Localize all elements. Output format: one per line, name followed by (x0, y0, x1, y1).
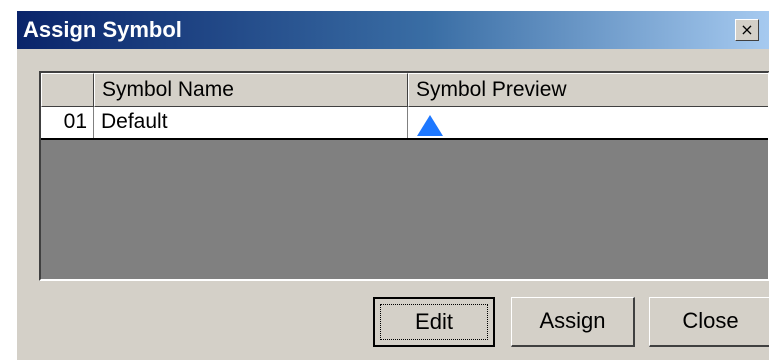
row-index: 01 (41, 107, 94, 138)
triangle-symbol-icon (417, 115, 443, 136)
symbol-name-cell[interactable]: Default (94, 107, 408, 138)
edit-button-label: Edit (380, 304, 488, 340)
column-header-symbol-name[interactable]: Symbol Name (94, 73, 408, 107)
assign-symbol-dialog: Assign Symbol × Symbol Name Symbol Previ… (16, 10, 769, 360)
close-icon[interactable]: × (735, 19, 759, 41)
table-row[interactable]: 01 Default (41, 107, 768, 140)
symbol-grid: Symbol Name Symbol Preview 01 Default (39, 71, 769, 281)
title-bar[interactable]: Assign Symbol × (17, 11, 769, 49)
symbol-preview-cell[interactable] (408, 107, 768, 138)
column-header-symbol-preview[interactable]: Symbol Preview (408, 73, 768, 107)
column-header-index[interactable] (41, 73, 94, 107)
close-button[interactable]: Close (649, 297, 769, 347)
grid-header: Symbol Name Symbol Preview (41, 73, 768, 107)
edit-button[interactable]: Edit (373, 297, 495, 347)
dialog-title: Assign Symbol (23, 17, 182, 42)
assign-button[interactable]: Assign (511, 297, 635, 347)
